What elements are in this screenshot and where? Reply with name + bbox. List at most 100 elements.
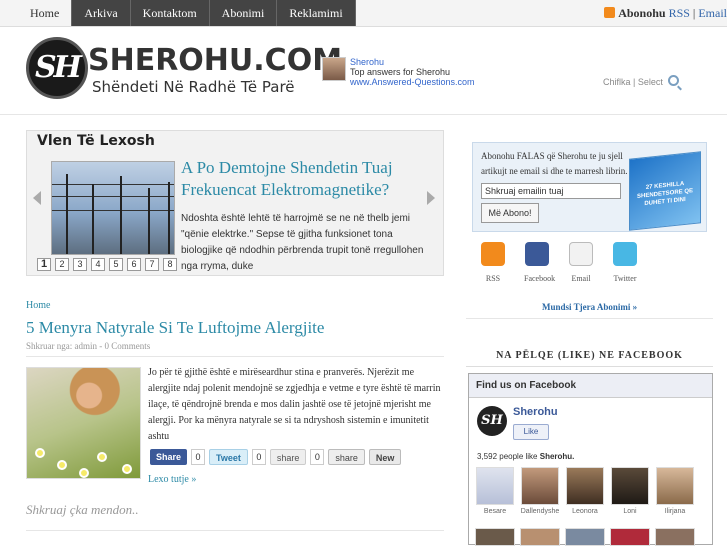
like-title: NA PËLQE (LIKE) NE FACEBOOK [496,350,683,361]
top-bar: Home Arkiva Kontaktom Abonimi Reklamimi … [0,0,727,27]
main-nav: Home Arkiva Kontaktom Abonimi Reklamimi [18,0,356,26]
nav-reklamimi[interactable]: Reklamimi [277,0,356,26]
answers-link[interactable]: www.Answered-Questions.com [350,77,475,87]
nav-arkiva[interactable]: Arkiva [72,0,131,26]
twitter-icon[interactable] [613,242,637,266]
slider-prev-icon[interactable] [33,191,41,205]
pager-1[interactable]: 1 [37,258,51,271]
more-subscriptions-link[interactable]: Mundsi Tjera Abonimi » [542,302,637,312]
avatar [566,467,604,505]
avatar [521,467,559,505]
subscribe-facebook[interactable]: Facebook [524,242,555,283]
slider-pager: 1 2 3 4 5 6 7 8 [37,258,177,271]
post-title[interactable]: 5 Menyra Natyrale Si Te Luftojme Alergji… [26,318,324,338]
avatar[interactable] [565,528,605,546]
email-icon[interactable] [569,242,593,266]
subscribe-box: Abonohu FALAS që Sherohu te ju sjell art… [472,142,707,232]
top-subscribe: Abonohu RSS | Email [604,6,727,21]
divider [466,318,713,319]
fan-face[interactable]: Ilirjana [655,467,695,515]
avatar[interactable] [520,528,560,546]
site-logo-text[interactable]: SHEROHU.COM [88,43,342,78]
nav-kontaktom[interactable]: Kontaktom [130,0,210,26]
facebook-icon[interactable] [525,242,549,266]
fan-name: Besare [483,508,507,515]
google-share-button[interactable]: share [269,449,307,465]
pager-8[interactable]: 8 [163,258,177,271]
tweet-button[interactable]: Tweet [209,449,248,465]
fan-faces-row-2 [475,528,695,546]
twitter-label: Twitter [613,274,637,283]
pager-6[interactable]: 6 [127,258,141,271]
digg-share-button[interactable]: share [328,449,365,465]
ebook-cover[interactable]: 27 KESHILLA SHENDETSORE QE DUHET TI DINI [629,151,701,231]
answers-name[interactable]: Sherohu [350,57,384,67]
avatar[interactable] [610,528,650,546]
fan-name: Dallendyshe [520,508,560,515]
fan-name: Ilirjana [664,508,686,515]
subscribe-twitter[interactable]: Twitter [612,242,638,283]
likebox-header: Find us on Facebook [469,374,712,398]
email-field[interactable]: Shkruaj emailin tuaj [481,183,621,199]
read-more-link[interactable]: Lexo tutje » [148,474,196,485]
search-input[interactable]: Chiflka | Select [603,75,679,91]
search-placeholder: Chiflka | Select [603,77,663,87]
avatar[interactable] [475,528,515,546]
breadcrumb[interactable]: Home [26,300,50,311]
avatar [656,467,694,505]
rss-icon[interactable] [481,242,505,266]
nav-abonimi[interactable]: Abonimi [209,0,278,26]
page-avatar[interactable]: SH [477,406,507,436]
rss-label: RSS [485,274,501,283]
slider-title: Vlen Të Lexosh [37,133,155,149]
like-count: 3,592 people like Sherohu. [477,452,574,461]
divider [26,530,444,531]
fan-face[interactable]: Besare [475,467,515,515]
site-header: SH SHEROHU.COM Shëndeti Në Radhë Të Parë… [0,27,727,115]
subscribe-button[interactable]: Më Abono! [481,203,539,223]
fan-face[interactable]: Leonora [565,467,605,515]
subscribe-rss[interactable]: RSS [480,242,506,283]
subscribe-email[interactable]: Email [568,242,594,283]
pager-7[interactable]: 7 [145,258,159,271]
page-name[interactable]: Sherohu [513,406,558,418]
share-bar: Share 0 Tweet 0 share 0 share New [150,449,402,465]
featured-slider: Vlen Të Lexosh A Po Demtojne Shendetin T… [26,130,444,276]
rss-icon[interactable] [604,7,616,18]
subscribe-icons: RSS Facebook Email Twitter [480,242,638,283]
answers-widget: Sherohu Top answers for Sherohu www.Answ… [322,57,482,87]
logo-icon[interactable]: SH [26,37,88,99]
pager-5[interactable]: 5 [109,258,123,271]
tweet-count: 0 [251,449,266,465]
slider-image[interactable] [51,161,175,255]
fan-face[interactable]: Dallendyshe [520,467,560,515]
new-button[interactable]: New [368,449,402,465]
pager-3[interactable]: 3 [73,258,87,271]
like-count-text: 3,592 people like [477,452,538,461]
avatar[interactable] [655,528,695,546]
facebook-likebox: Find us on Facebook SH Sherohu Like 3,59… [468,373,713,546]
slider-headline[interactable]: A Po Demtojne Shendetin Tuaj Frekuencat … [181,157,431,201]
fan-name: Leonora [572,508,598,515]
email-label: Email [571,274,591,283]
pager-2[interactable]: 2 [55,258,69,271]
nav-home[interactable]: Home [18,0,73,26]
answers-text: Top answers for Sherohu [350,67,451,77]
avatar [322,57,346,81]
comment-field[interactable]: Shkruaj çka mendon.. [26,502,139,518]
email-link[interactable]: Email [698,6,727,20]
post-meta: Shkruar nga: admin - 0 Comments [26,341,151,351]
facebook-share-button[interactable]: Share [150,449,188,465]
post-image[interactable] [26,367,141,479]
divider [26,356,444,357]
fan-face[interactable]: Loni [610,467,650,515]
rss-link[interactable]: RSS [669,6,690,20]
pager-4[interactable]: 4 [91,258,105,271]
google-share-count: 0 [310,449,325,465]
post-excerpt: Jo për të gjithë është e mirëseardhur st… [148,367,441,442]
like-button[interactable]: Like [513,424,549,440]
search-icon[interactable] [668,75,679,86]
avatar [476,467,514,505]
avatar [611,467,649,505]
like-count-page: Sherohu. [539,452,575,461]
